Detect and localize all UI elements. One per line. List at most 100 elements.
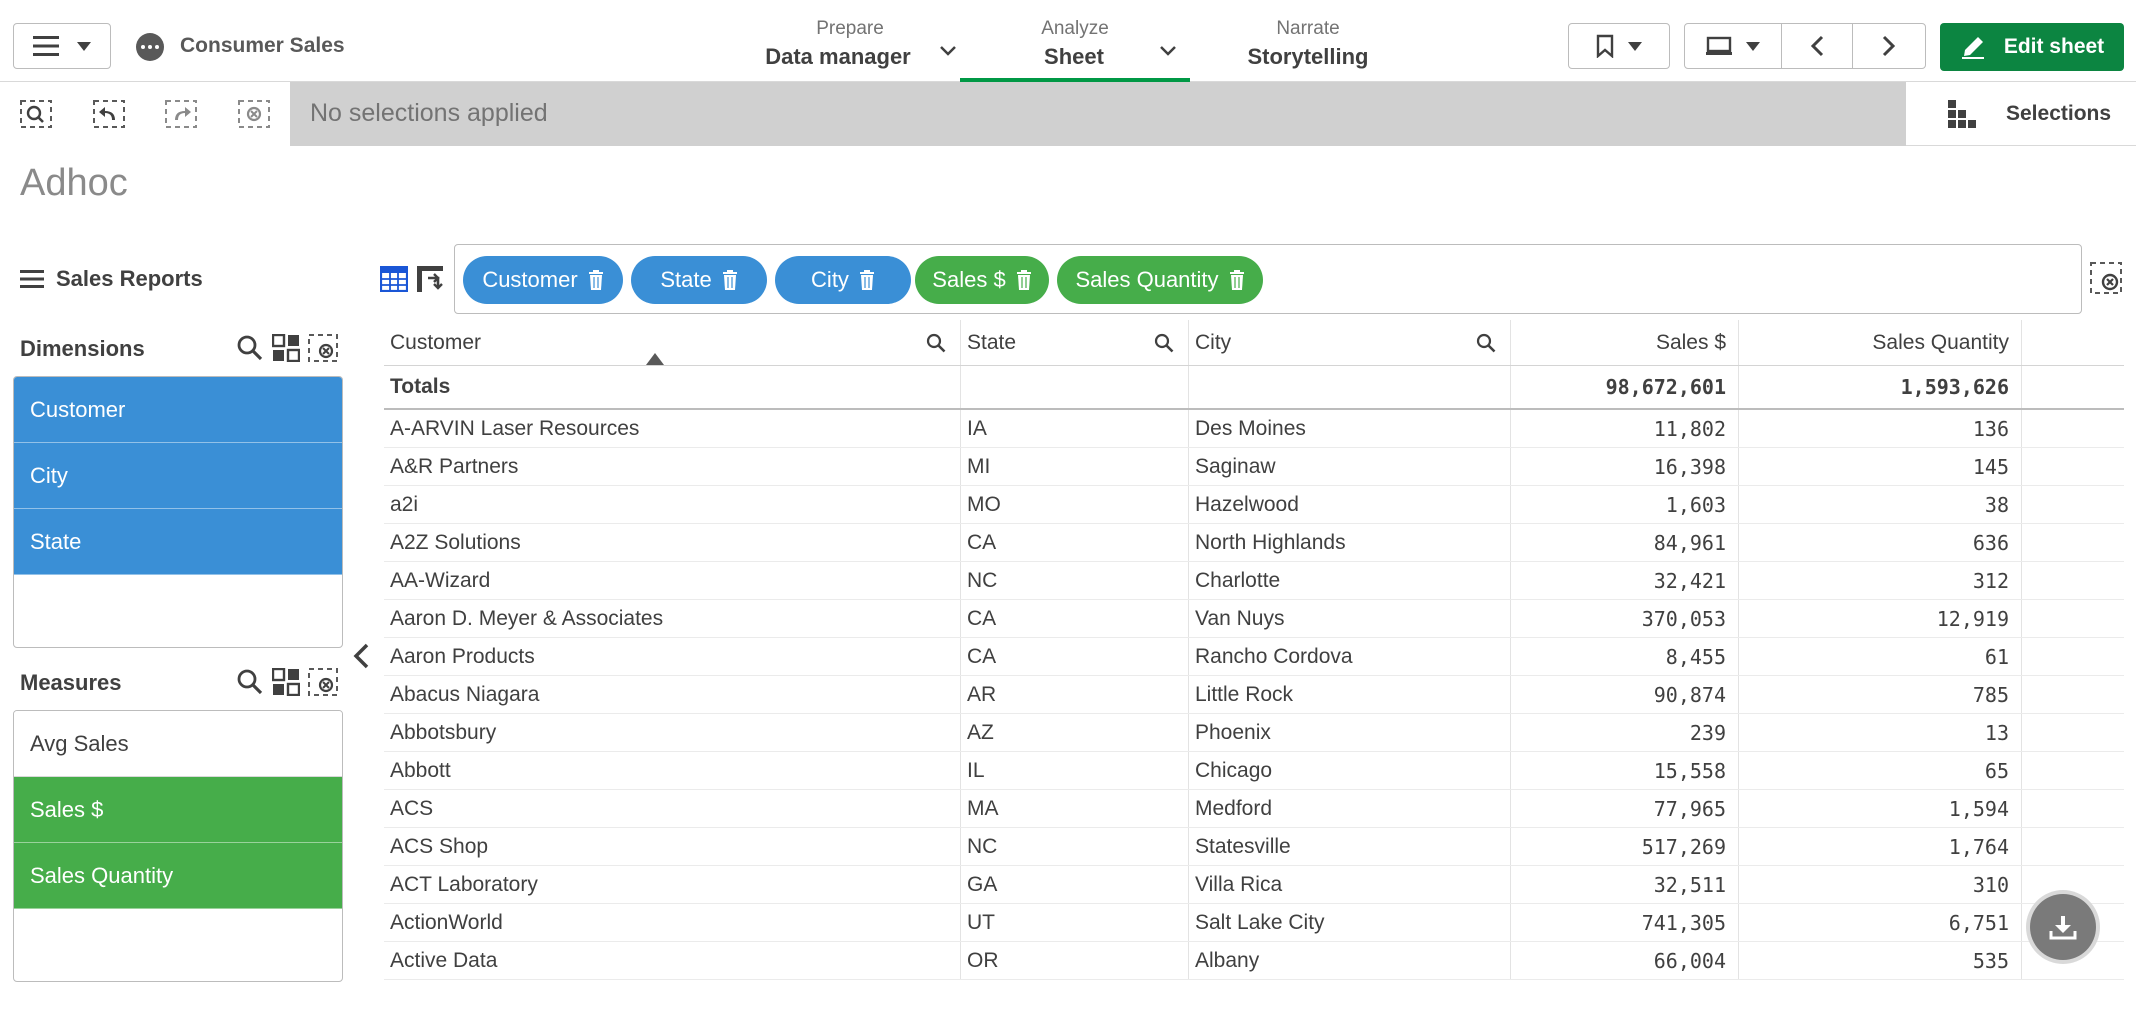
customer-cell[interactable]: ACS bbox=[384, 790, 960, 827]
state-cell[interactable]: CA bbox=[960, 600, 1188, 637]
table-row[interactable]: Abacus Niagara AR Little Rock 90,874 785 bbox=[384, 676, 2124, 714]
step-forward-button[interactable] bbox=[145, 82, 218, 146]
table-row[interactable]: Abbotsbury AZ Phoenix 239 13 bbox=[384, 714, 2124, 752]
city-cell[interactable]: Saginaw bbox=[1188, 448, 1510, 485]
select-all-icon[interactable] bbox=[272, 668, 300, 696]
pill-sales[interactable]: Sales $ bbox=[915, 256, 1049, 304]
tab-analyze[interactable]: Analyze Sheet bbox=[960, 18, 1190, 82]
next-sheet-button[interactable] bbox=[1852, 23, 1926, 69]
table-row[interactable]: ACS MA Medford 77,965 1,594 bbox=[384, 790, 2124, 828]
pill-city[interactable]: City bbox=[775, 256, 911, 304]
customer-cell[interactable]: Abacus Niagara bbox=[384, 676, 960, 713]
search-icon[interactable] bbox=[926, 333, 946, 353]
customer-cell[interactable]: A2Z Solutions bbox=[384, 524, 960, 561]
city-cell[interactable]: Phoenix bbox=[1188, 714, 1510, 751]
state-cell[interactable]: IA bbox=[960, 410, 1188, 447]
state-cell[interactable]: NC bbox=[960, 562, 1188, 599]
state-cell[interactable]: IL bbox=[960, 752, 1188, 789]
city-cell[interactable]: Charlotte bbox=[1188, 562, 1510, 599]
clear-selection-icon[interactable] bbox=[308, 668, 338, 696]
clear-all-selections-button[interactable] bbox=[218, 82, 291, 146]
state-cell[interactable]: AR bbox=[960, 676, 1188, 713]
clear-fields-icon[interactable] bbox=[2090, 262, 2124, 296]
collapse-panel-icon[interactable] bbox=[352, 642, 370, 670]
table-row[interactable]: A&R Partners MI Saginaw 16,398 145 bbox=[384, 448, 2124, 486]
customer-cell[interactable]: a2i bbox=[384, 486, 960, 523]
state-cell[interactable]: MO bbox=[960, 486, 1188, 523]
pill-customer[interactable]: Customer bbox=[463, 256, 623, 304]
state-cell[interactable]: MA bbox=[960, 790, 1188, 827]
search-icon[interactable] bbox=[236, 334, 264, 362]
customer-cell[interactable]: ActionWorld bbox=[384, 904, 960, 941]
city-cell[interactable]: Medford bbox=[1188, 790, 1510, 827]
hamburger-icon[interactable] bbox=[20, 269, 44, 289]
city-cell[interactable]: Salt Lake City bbox=[1188, 904, 1510, 941]
trash-icon[interactable] bbox=[1016, 270, 1032, 290]
table-row[interactable]: Aaron Products CA Rancho Cordova 8,455 61 bbox=[384, 638, 2124, 676]
selections-tool-button[interactable]: Selections bbox=[1930, 82, 2136, 146]
customer-cell[interactable]: Aaron D. Meyer & Associates bbox=[384, 600, 960, 637]
state-cell[interactable]: AZ bbox=[960, 714, 1188, 751]
customer-cell[interactable]: A&R Partners bbox=[384, 448, 960, 485]
table-row[interactable]: AA-Wizard NC Charlotte 32,421 312 bbox=[384, 562, 2124, 600]
search-icon[interactable] bbox=[1476, 333, 1496, 353]
column-header-city[interactable]: City bbox=[1188, 320, 1510, 365]
table-row[interactable]: A2Z Solutions CA North Highlands 84,961 636 bbox=[384, 524, 2124, 562]
column-header-sales-quantity[interactable]: Sales Quantity bbox=[1738, 320, 2022, 365]
trash-icon[interactable] bbox=[588, 270, 604, 290]
customer-cell[interactable]: ACT Laboratory bbox=[384, 866, 960, 903]
search-icon[interactable] bbox=[236, 668, 264, 696]
smart-search-button[interactable] bbox=[0, 82, 73, 146]
table-row[interactable]: A-ARVIN Laser Resources IA Des Moines 11,80… bbox=[384, 410, 2124, 448]
table-row[interactable]: Aaron D. Meyer & Associates CA Van Nuys 370… bbox=[384, 600, 2124, 638]
city-cell[interactable]: Villa Rica bbox=[1188, 866, 1510, 903]
customer-cell[interactable]: AA-Wizard bbox=[384, 562, 960, 599]
city-cell[interactable]: Little Rock bbox=[1188, 676, 1510, 713]
select-all-icon[interactable] bbox=[272, 334, 300, 362]
tab-narrate[interactable]: Narrate Storytelling bbox=[1190, 18, 1426, 82]
bookmarks-button[interactable] bbox=[1568, 23, 1670, 69]
customer-cell[interactable]: ACS Shop bbox=[384, 828, 960, 865]
table-view-icon[interactable] bbox=[380, 266, 408, 292]
table-row[interactable]: Active Data OR Albany 66,004 535 bbox=[384, 942, 2124, 980]
customer-cell[interactable]: Abbotsbury bbox=[384, 714, 960, 751]
customer-cell[interactable]: Abbott bbox=[384, 752, 960, 789]
list-item[interactable]: Customer bbox=[14, 377, 342, 443]
trash-icon[interactable] bbox=[859, 270, 875, 290]
tab-prepare[interactable]: Prepare Data manager bbox=[740, 18, 960, 82]
list-item[interactable]: Sales $ bbox=[14, 777, 342, 843]
city-cell[interactable]: Statesville bbox=[1188, 828, 1510, 865]
table-row[interactable]: ACT Laboratory GA Villa Rica 32,511 310 bbox=[384, 866, 2124, 904]
city-cell[interactable]: Hazelwood bbox=[1188, 486, 1510, 523]
global-menu-button[interactable] bbox=[13, 23, 111, 69]
table-row[interactable]: ACS Shop NC Statesville 517,269 1,764 bbox=[384, 828, 2124, 866]
trash-icon[interactable] bbox=[1229, 270, 1245, 290]
state-cell[interactable]: NC bbox=[960, 828, 1188, 865]
download-button[interactable] bbox=[2030, 894, 2096, 960]
list-item[interactable]: Avg Sales bbox=[14, 711, 342, 777]
pill-sales-quantity[interactable]: Sales Quantity bbox=[1057, 256, 1263, 304]
trash-icon[interactable] bbox=[722, 270, 738, 290]
city-cell[interactable]: Chicago bbox=[1188, 752, 1510, 789]
table-row[interactable]: Abbott IL Chicago 15,558 65 bbox=[384, 752, 2124, 790]
list-item[interactable]: City bbox=[14, 443, 342, 509]
step-back-button[interactable] bbox=[73, 82, 146, 146]
table-row[interactable]: a2i MO Hazelwood 1,603 38 bbox=[384, 486, 2124, 524]
state-cell[interactable]: OR bbox=[960, 942, 1188, 979]
state-cell[interactable]: GA bbox=[960, 866, 1188, 903]
state-cell[interactable]: CA bbox=[960, 638, 1188, 675]
city-cell[interactable]: Albany bbox=[1188, 942, 1510, 979]
list-item[interactable]: State bbox=[14, 509, 342, 575]
previous-sheet-button[interactable] bbox=[1781, 23, 1853, 69]
city-cell[interactable]: Van Nuys bbox=[1188, 600, 1510, 637]
city-cell[interactable]: Rancho Cordova bbox=[1188, 638, 1510, 675]
column-header-sales[interactable]: Sales $ bbox=[1510, 320, 1738, 365]
pivot-view-icon[interactable] bbox=[416, 264, 446, 294]
state-cell[interactable]: MI bbox=[960, 448, 1188, 485]
state-cell[interactable]: CA bbox=[960, 524, 1188, 561]
column-header-state[interactable]: State bbox=[960, 320, 1188, 365]
pill-state[interactable]: State bbox=[631, 256, 767, 304]
city-cell[interactable]: Des Moines bbox=[1188, 410, 1510, 447]
clear-selection-icon[interactable] bbox=[308, 334, 338, 362]
edit-sheet-button[interactable]: Edit sheet bbox=[1940, 23, 2124, 71]
